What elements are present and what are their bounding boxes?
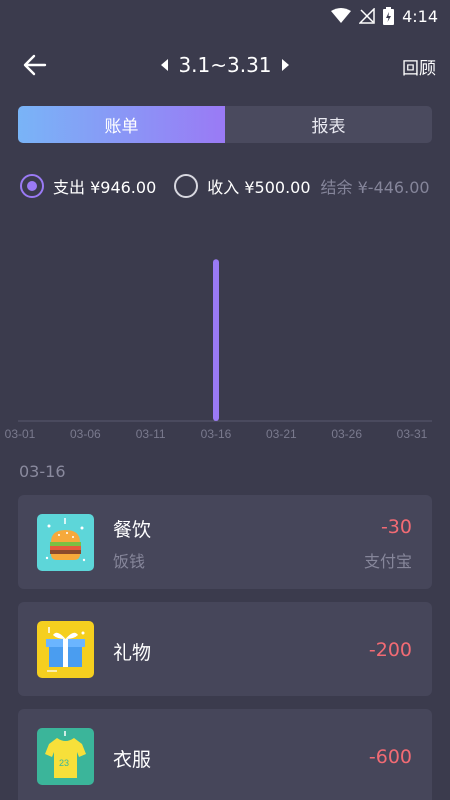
review-button[interactable]: 回顾	[402, 54, 436, 79]
header: 3.1~3.31 回顾	[0, 42, 450, 88]
prev-period-icon[interactable]	[161, 59, 169, 71]
income-total: 收入 ¥500.00	[207, 178, 311, 197]
category-label: 餐饮	[113, 519, 152, 541]
balance-total: 结余 ¥-446.00	[320, 178, 430, 197]
expense-radio-group[interactable]: 支出 ¥946.00	[20, 174, 156, 198]
period-label: 3.1~3.31	[178, 53, 272, 77]
x-tick-label: 03-06	[70, 427, 101, 441]
income-radio-group[interactable]: 收入 ¥500.00	[174, 174, 311, 198]
back-button[interactable]	[20, 50, 50, 80]
transaction-card[interactable]: 餐饮 饭钱 -30 支付宝	[18, 495, 432, 589]
amount-label: -600	[368, 746, 412, 768]
wifi-icon	[331, 8, 352, 24]
battery-charging-icon	[383, 7, 395, 25]
view-tabs: 账单 报表	[18, 106, 432, 143]
account-label: 支付宝	[363, 552, 412, 571]
next-period-icon[interactable]	[281, 59, 289, 71]
x-tick-label: 03-16	[201, 427, 232, 441]
x-tick-label: 03-26	[331, 427, 362, 441]
daily-expense-chart: 03-01 03-06 03-11 03-16 03-21 03-26 03-31	[5, 259, 432, 441]
transaction-card[interactable]: 23 衣服 -600	[18, 709, 432, 800]
period-navigator: 3.1~3.31	[150, 50, 300, 80]
note-label: 饭钱	[113, 552, 146, 571]
summary-row: 支出 ¥946.00 收入 ¥500.00 结余 ¥-446.00	[20, 172, 440, 200]
x-tick-label: 03-11	[136, 427, 166, 441]
list-date-header: 03-16	[19, 462, 66, 481]
expense-radio[interactable]	[20, 174, 44, 198]
x-tick-label: 03-31	[397, 427, 428, 441]
status-time: 4:14	[402, 6, 438, 26]
tab-report[interactable]: 报表	[225, 106, 432, 143]
svg-text:23: 23	[59, 758, 69, 768]
shirt-icon: 23	[37, 728, 94, 785]
no-signal-icon	[359, 8, 375, 24]
income-radio[interactable]	[174, 174, 199, 198]
transaction-card[interactable]: 礼物 -200	[18, 602, 432, 696]
gift-icon	[37, 621, 94, 678]
category-label: 衣服	[113, 749, 152, 771]
chart-bar-03-16[interactable]	[213, 259, 219, 421]
category-label: 礼物	[113, 642, 152, 664]
status-bar: 4:14	[0, 0, 450, 32]
expense-total: 支出 ¥946.00	[53, 178, 157, 197]
arrow-left-icon	[23, 54, 47, 76]
x-tick-label: 03-01	[5, 427, 36, 441]
tab-bill[interactable]: 账单	[18, 106, 225, 143]
amount-label: -200	[368, 639, 412, 661]
amount-label: -30	[380, 516, 412, 538]
x-tick-label: 03-21	[266, 427, 297, 441]
burger-icon	[37, 514, 94, 571]
